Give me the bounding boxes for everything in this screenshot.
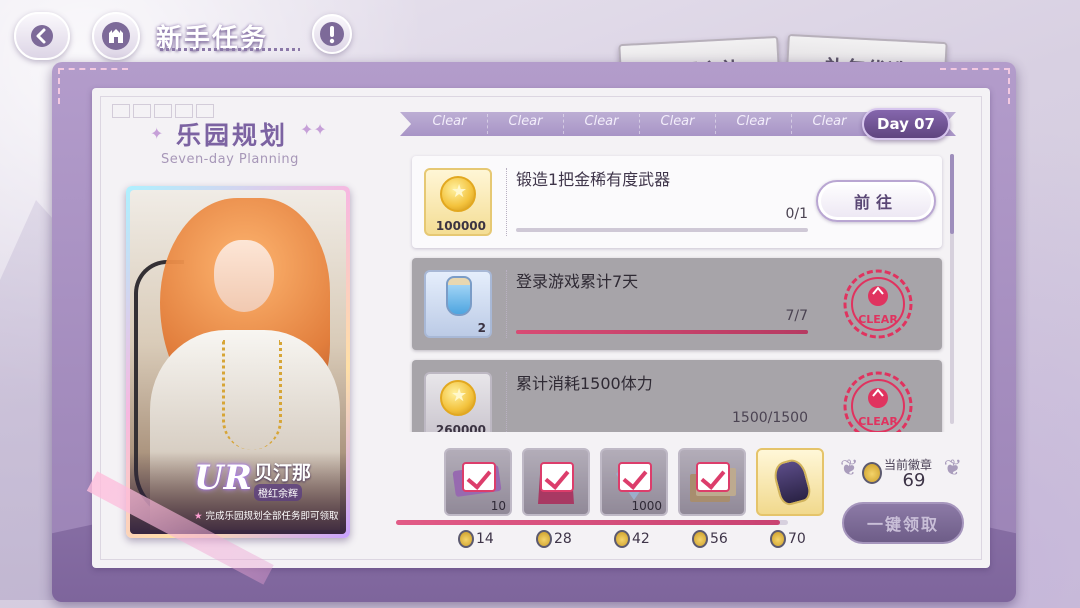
milestone-progress-fill (396, 520, 781, 525)
milestone-progress-bar (396, 520, 788, 525)
tab-day-2[interactable]: Clear (488, 114, 564, 134)
laurel-left-icon: ❦ (840, 456, 859, 481)
divider (506, 168, 507, 236)
tab-day-4[interactable]: Clear (640, 114, 716, 134)
milestone-reward-helmet[interactable] (756, 448, 824, 516)
gold-chain-decoration (222, 340, 282, 450)
character-epithet: 橙红余辉 (254, 484, 302, 501)
tab-day-6[interactable]: Clear (792, 114, 868, 134)
task-list[interactable]: 100000 锻造1把金稀有度武器 0/1 前往 2 登录游戏累计7天 7/7 … (400, 144, 956, 432)
potion-bottle-icon (446, 276, 472, 316)
requirement-value: 14 (476, 531, 494, 547)
character-face (214, 240, 274, 312)
requirement-value: 28 (554, 531, 572, 547)
medal-icon (614, 530, 630, 548)
scrollbar-thumb[interactable] (950, 154, 954, 234)
tab-day-1[interactable]: Clear (412, 114, 488, 134)
character-name: 贝汀那 (254, 462, 312, 484)
requirement-value: 42 (632, 531, 650, 547)
requirement-value: 56 (710, 531, 728, 547)
medal-icon (536, 530, 552, 548)
task-name: 锻造1把金稀有度武器 (516, 170, 671, 189)
task-progress-fill (516, 330, 808, 334)
divider (506, 270, 507, 338)
home-button[interactable] (92, 12, 140, 60)
tab-day-3[interactable]: Clear (564, 114, 640, 134)
sparkle-icon: ✦ (150, 124, 164, 143)
reward-quantity: 260000 (435, 423, 486, 432)
milestone-reward-cards[interactable] (678, 448, 746, 516)
divider (506, 372, 507, 432)
task-row: 100000 锻造1把金稀有度武器 0/1 前往 (412, 156, 942, 248)
medal-icon (770, 530, 786, 548)
gold-coin-icon (440, 176, 476, 212)
task-progress-bar (516, 330, 808, 334)
reward-quantity: 1000 (631, 499, 662, 513)
character-portrait: UR 贝汀那 橙红余辉 完成乐园规划全部任务即可领取 (130, 190, 346, 534)
reward-item[interactable]: 2 (424, 270, 492, 338)
checkmark-icon (618, 462, 652, 492)
milestone-requirement: 56 (692, 530, 728, 548)
current-badges-panel: ❦ 当前徽章 69 ❦ (838, 454, 964, 494)
task-name: 登录游戏累计7天 (516, 272, 639, 291)
back-button[interactable] (14, 12, 70, 60)
helmet-icon (770, 456, 814, 508)
checkmark-icon (540, 462, 574, 492)
gold-coin-icon (440, 380, 476, 416)
medal-icon (458, 530, 474, 548)
milestone-reward-gift-bag[interactable] (522, 448, 590, 516)
medal-icon (692, 530, 708, 548)
checkmark-icon (462, 462, 496, 492)
reward-item[interactable]: 100000 (424, 168, 492, 236)
reward-quantity: 10 (490, 499, 506, 513)
milestone-reward-ticket[interactable]: 10 (444, 448, 512, 516)
checkmark-icon (696, 462, 730, 492)
task-list-scrollbar[interactable] (950, 154, 954, 424)
sparkle-icon: ✦✦ (300, 120, 327, 139)
requirement-value: 70 (788, 531, 806, 547)
milestone-requirement: 14 (458, 530, 494, 548)
reward-quantity: 2 (477, 321, 486, 335)
task-progress-text: 0/1 (785, 206, 808, 222)
title-underline (160, 48, 300, 51)
task-progress-bar (516, 228, 808, 232)
milestone-reward-crystal[interactable]: 1000 (600, 448, 668, 516)
milestone-requirement: 28 (536, 530, 572, 548)
exclamation-icon (320, 22, 344, 46)
task-row: 260000 累计消耗1500体力 1500/1500 CLEAR (412, 360, 942, 432)
claim-all-button[interactable]: 一键领取 (842, 502, 964, 544)
tab-day-5[interactable]: Clear (716, 114, 792, 134)
clear-stamp-icon: CLEAR (843, 371, 913, 432)
info-button[interactable] (312, 14, 352, 54)
castle-icon (102, 22, 130, 50)
reward-quantity: 100000 (435, 219, 486, 233)
stamp-text: CLEAR (858, 313, 898, 326)
rarity-badge: UR (194, 458, 252, 498)
character-card[interactable]: UR 贝汀那 橙红余辉 完成乐园规划全部任务即可领取 (126, 186, 350, 538)
badges-value: 69 (902, 470, 926, 491)
stamp-text: CLEAR (858, 415, 898, 428)
milestone-requirement: 42 (614, 530, 650, 548)
tab-day-7-active[interactable]: Day 07 (862, 108, 950, 140)
panel-subtitle: Seven-day Planning (161, 152, 299, 167)
chevron-left-icon (31, 25, 53, 47)
reward-item[interactable]: 260000 (424, 372, 492, 432)
panel-title: 乐园规划 (176, 121, 289, 150)
clear-stamp-icon: CLEAR (843, 269, 913, 339)
task-progress-text: 7/7 (785, 308, 808, 324)
milestone-requirement: 70 (770, 530, 806, 548)
task-name: 累计消耗1500体力 (516, 374, 653, 393)
task-progress-text: 1500/1500 (732, 410, 808, 426)
laurel-right-icon: ❦ (943, 456, 962, 481)
medal-icon (862, 462, 882, 484)
character-reward-note: 完成乐园规划全部任务即可领取 (194, 508, 339, 522)
task-row: 2 登录游戏累计7天 7/7 CLEAR (412, 258, 942, 350)
go-button[interactable]: 前往 (816, 180, 936, 222)
